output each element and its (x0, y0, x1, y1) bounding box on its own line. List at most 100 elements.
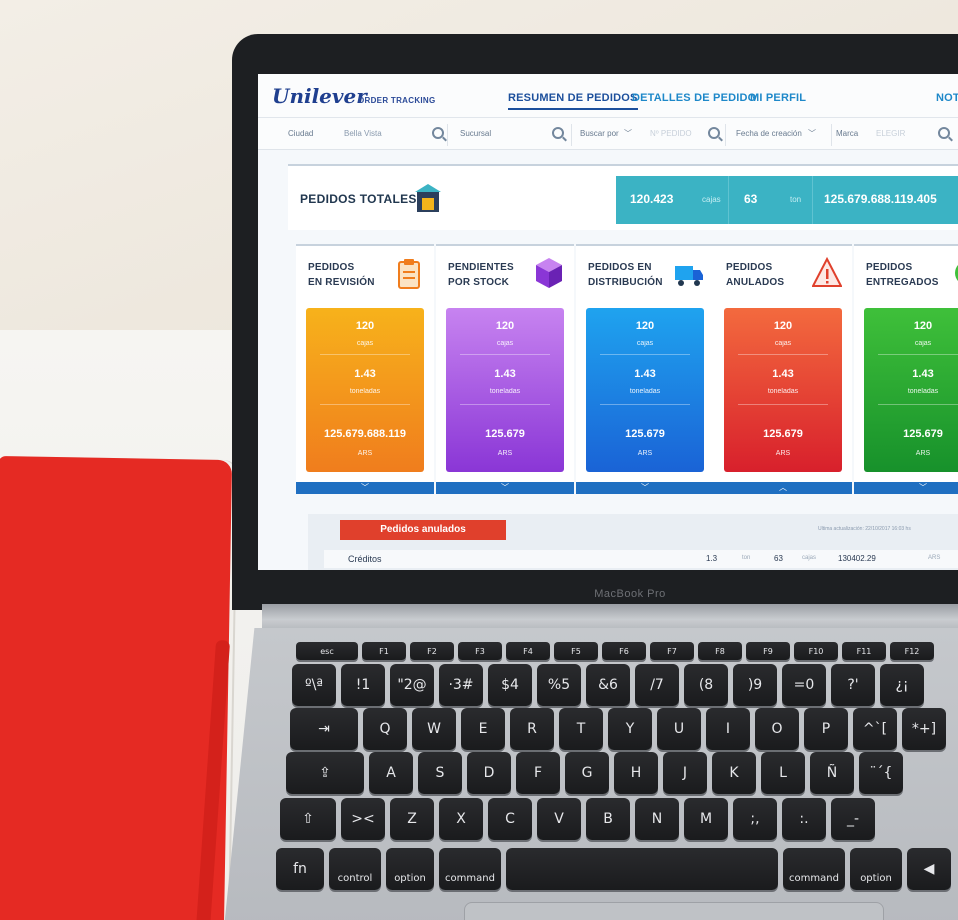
keyboard-key[interactable]: =0 (782, 664, 826, 706)
keyboard-key[interactable]: F (516, 752, 560, 794)
keyboard-key[interactable]: ⇥ (290, 708, 358, 750)
search-icon[interactable] (432, 127, 444, 139)
keyboard-key[interactable]: U (657, 708, 701, 750)
keyboard-key[interactable]: command (783, 848, 845, 890)
keyboard-key[interactable]: J (663, 752, 707, 794)
keyboard-key[interactable]: ^`[ (853, 708, 897, 750)
tab-detalles-de-pedido[interactable]: DETALLES DE PEDIDO (632, 92, 756, 104)
chevron-up-icon[interactable]: ︿ (714, 482, 852, 494)
keyboard-key[interactable]: ◀ (907, 848, 951, 890)
keyboard-key[interactable]: fn (276, 848, 324, 890)
table-row[interactable]: Créditos 1.3 ton 63 cajas 130402.29 ARS (324, 550, 958, 568)
keyboard-key[interactable]: E (461, 708, 505, 750)
search-icon[interactable] (552, 127, 564, 139)
keyboard-key[interactable]: *+] (902, 708, 946, 750)
keyboard-key[interactable]: _- (831, 798, 875, 840)
status-card[interactable]: PEDIDOS ANULADOS 120 cajas 1.43 toneladas 125.… (714, 244, 852, 494)
keyboard-key[interactable]: >< (341, 798, 385, 840)
keyboard-key[interactable]: V (537, 798, 581, 840)
keyboard-key[interactable]: N (635, 798, 679, 840)
chevron-down-icon[interactable]: ﹀ (436, 482, 574, 494)
status-card[interactable]: PEDIDOS EN REVISIÓN 120 cajas 1.43 toneladas 1… (296, 244, 434, 494)
keyboard-key[interactable]: O (755, 708, 799, 750)
keyboard-key[interactable]: "2@ (390, 664, 434, 706)
keyboard-key[interactable]: º\ª (292, 664, 336, 706)
keyboard-key[interactable]: (8 (684, 664, 728, 706)
keyboard-key[interactable]: F3 (458, 642, 502, 660)
cancelled-orders-button[interactable]: Pedidos anulados (340, 520, 506, 540)
chevron-down-icon[interactable]: ﹀ (808, 128, 816, 139)
keyboard-key[interactable]: esc (296, 642, 358, 660)
brand-filter[interactable]: Marca ELEGIR (836, 124, 958, 146)
creation-date-filter[interactable]: Fecha de creación ﹀ (732, 124, 832, 146)
keyboard-key[interactable]: Q (363, 708, 407, 750)
chevron-down-icon[interactable]: ﹀ (296, 482, 434, 494)
keyboard-key[interactable]: $4 (488, 664, 532, 706)
keyboard-key[interactable]: F10 (794, 642, 838, 660)
keyboard-key[interactable]: X (439, 798, 483, 840)
keyboard-key[interactable]: Ñ (810, 752, 854, 794)
keyboard-key[interactable]: F6 (602, 642, 646, 660)
keyboard-key[interactable]: Z (390, 798, 434, 840)
search-by-filter[interactable]: Buscar por ﹀ Nº PEDIDO (576, 124, 726, 146)
tab-resumen-de-pedidos[interactable]: RESUMEN DE PEDIDOS (508, 92, 638, 110)
keyboard-key[interactable]: command (439, 848, 501, 890)
trackpad[interactable] (464, 902, 884, 920)
keyboard-key[interactable]: ;, (733, 798, 777, 840)
city-filter[interactable]: Ciudad Bella Vista (258, 124, 448, 146)
keyboard-key[interactable]: ⇪ (286, 752, 364, 794)
keyboard-key[interactable]: option (850, 848, 902, 890)
keyboard-key[interactable]: F9 (746, 642, 790, 660)
keyboard-key[interactable]: C (488, 798, 532, 840)
keyboard-key[interactable]: G (565, 752, 609, 794)
keyboard-key[interactable]: A (369, 752, 413, 794)
keyboard-key[interactable]: P (804, 708, 848, 750)
keyboard-key[interactable]: ·3# (439, 664, 483, 706)
keyboard-key[interactable]: M (684, 798, 728, 840)
brand-logo[interactable]: Unilever (272, 84, 367, 108)
keyboard-key[interactable]: ⇧ (280, 798, 336, 840)
keyboard-key[interactable]: W (412, 708, 456, 750)
tab-notificaciones[interactable]: NOTIF (936, 92, 958, 104)
keyboard-key[interactable]: F2 (410, 642, 454, 660)
keyboard-key[interactable]: I (706, 708, 750, 750)
keyboard-key[interactable]: S (418, 752, 462, 794)
keyboard-key[interactable]: B (586, 798, 630, 840)
keyboard-key[interactable]: control (329, 848, 381, 890)
keyboard-key[interactable]: F11 (842, 642, 886, 660)
keyboard-key[interactable]: K (712, 752, 756, 794)
search-icon[interactable] (708, 127, 720, 139)
status-card[interactable]: PEDIDOS EN DISTRIBUCIÓN 120 cajas 1.43 tonela… (576, 244, 714, 494)
keyboard-key[interactable]: L (761, 752, 805, 794)
keyboard-key[interactable]: F7 (650, 642, 694, 660)
keyboard-key[interactable]: F8 (698, 642, 742, 660)
keyboard-key[interactable]: ¿¡ (880, 664, 924, 706)
keyboard-key[interactable]: F1 (362, 642, 406, 660)
keyboard-key[interactable]: )9 (733, 664, 777, 706)
keyboard-key[interactable]: D (467, 752, 511, 794)
keyboard-key[interactable]: option (386, 848, 434, 890)
tab-mi-perfil[interactable]: MI PERFIL (750, 92, 806, 104)
keyboard-key[interactable]: %5 (537, 664, 581, 706)
keyboard-key[interactable]: F12 (890, 642, 934, 660)
chevron-down-icon[interactable]: ﹀ (624, 128, 632, 139)
status-card[interactable]: PEDIDOS ENTREGADOS 120 cajas 1.43 toneladas 12… (854, 244, 958, 494)
chevron-down-icon[interactable]: ﹀ (576, 482, 714, 494)
keyboard-key[interactable]: R (510, 708, 554, 750)
keyboard-key[interactable]: !1 (341, 664, 385, 706)
keyboard-key[interactable]: F4 (506, 642, 550, 660)
branch-filter[interactable]: Sucursal (454, 124, 572, 146)
keyboard-key[interactable]: ?' (831, 664, 875, 706)
keyboard-key[interactable]: :. (782, 798, 826, 840)
keyboard-key[interactable]: &6 (586, 664, 630, 706)
status-card[interactable]: PENDIENTES POR STOCK 120 cajas 1.43 toneladas… (436, 244, 574, 494)
keyboard-key[interactable]: F5 (554, 642, 598, 660)
keyboard-key[interactable] (506, 848, 778, 890)
keyboard-key[interactable]: H (614, 752, 658, 794)
chevron-down-icon[interactable]: ﹀ (854, 482, 958, 494)
keyboard-key[interactable]: T (559, 708, 603, 750)
keyboard-key[interactable]: /7 (635, 664, 679, 706)
keyboard-key[interactable]: ¨´{ (859, 752, 903, 794)
keyboard-key[interactable]: Y (608, 708, 652, 750)
search-icon[interactable] (938, 127, 950, 139)
